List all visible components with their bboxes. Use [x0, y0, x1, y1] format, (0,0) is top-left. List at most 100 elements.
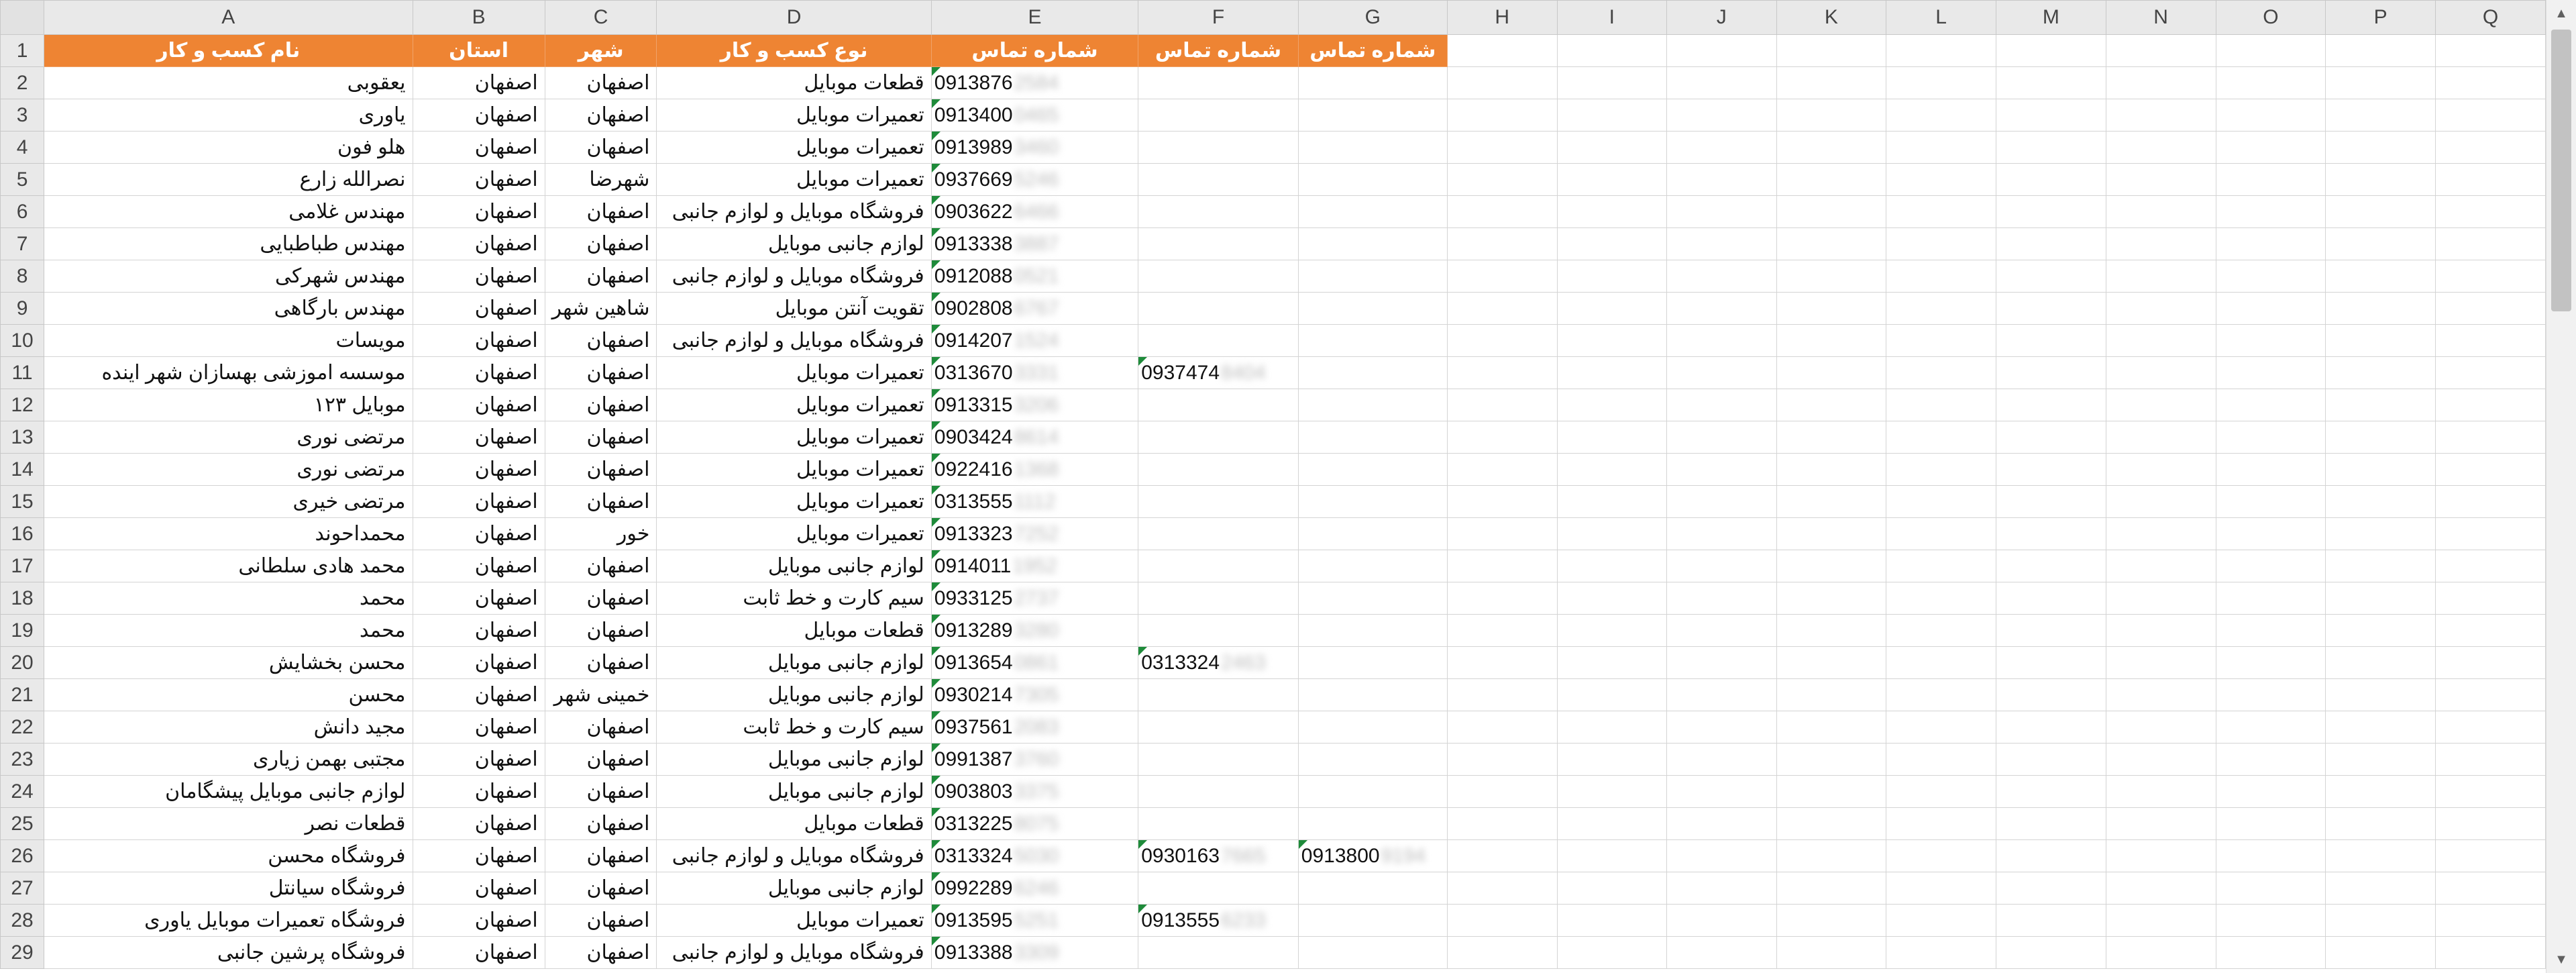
cell-phone-1[interactable]: 09028086767: [930, 292, 1139, 325]
cell-phone-3[interactable]: [1297, 936, 1448, 969]
cell[interactable]: [1995, 389, 2106, 421]
row-header[interactable]: 6: [0, 195, 45, 228]
cell-phone-1[interactable]: 03136703331: [930, 356, 1139, 389]
header-cell-phone-1[interactable]: شماره تماس: [930, 34, 1139, 67]
cell-phone-1[interactable]: 09133237252: [930, 517, 1139, 550]
cell-province[interactable]: اصفهان: [412, 775, 545, 808]
cell[interactable]: [2435, 34, 2546, 67]
cell[interactable]: [1776, 195, 1887, 228]
cell[interactable]: [2105, 936, 2216, 969]
cell[interactable]: [1666, 582, 1777, 615]
cell-city[interactable]: اصفهان: [544, 582, 657, 615]
cell[interactable]: [1995, 678, 2106, 711]
header-cell-city[interactable]: شهر: [544, 34, 657, 67]
cell[interactable]: [2215, 711, 2326, 744]
cell[interactable]: [2215, 260, 2326, 293]
column-header-o[interactable]: O: [2215, 0, 2326, 35]
row-header[interactable]: 17: [0, 550, 45, 582]
cell-phone-1[interactable]: 03132258075: [930, 807, 1139, 840]
cell-business-name[interactable]: لوازم جانبی موبایل پیشگامان: [44, 775, 413, 808]
column-header-l[interactable]: L: [1886, 0, 1996, 35]
cell-business-name[interactable]: مجتبی بهمن زیاری: [44, 743, 413, 776]
cell-city[interactable]: اصفهان: [544, 550, 657, 582]
cell-province[interactable]: اصفهان: [412, 614, 545, 647]
cell[interactable]: [2325, 904, 2436, 937]
cell[interactable]: [2435, 356, 2546, 389]
cell[interactable]: [2215, 550, 2326, 582]
cell[interactable]: [1666, 453, 1777, 486]
cell[interactable]: [1776, 163, 1887, 196]
vertical-scrollbar[interactable]: ▲ ▼: [2546, 0, 2576, 973]
cell[interactable]: [1995, 66, 2106, 99]
row-header[interactable]: 23: [0, 743, 45, 776]
cell[interactable]: [2325, 646, 2436, 679]
cell[interactable]: [2435, 421, 2546, 454]
cell[interactable]: [1776, 389, 1887, 421]
cell[interactable]: [2215, 195, 2326, 228]
cell[interactable]: [1886, 66, 1996, 99]
cell-business-type[interactable]: تعمیرات موبایل: [656, 389, 932, 421]
cell-business-type[interactable]: قطعات موبایل: [656, 614, 932, 647]
cell-phone-3[interactable]: [1297, 421, 1448, 454]
row-header[interactable]: 5: [0, 163, 45, 196]
cell-province[interactable]: اصفهان: [412, 389, 545, 421]
cell[interactable]: [1995, 743, 2106, 776]
scroll-down-icon[interactable]: ▼: [2546, 946, 2576, 973]
cell[interactable]: [1776, 775, 1887, 808]
cell[interactable]: [1666, 195, 1777, 228]
cell[interactable]: [1995, 453, 2106, 486]
cell-phone-2[interactable]: [1138, 99, 1299, 132]
column-header-f[interactable]: F: [1138, 0, 1299, 35]
cell[interactable]: [1995, 646, 2106, 679]
cell-city[interactable]: اصفهان: [544, 646, 657, 679]
cell[interactable]: [2435, 936, 2546, 969]
cell-phone-2[interactable]: [1138, 936, 1299, 969]
cell-phone-3[interactable]: [1297, 260, 1448, 293]
cell[interactable]: [1886, 646, 1996, 679]
cell[interactable]: [1886, 453, 1996, 486]
cell[interactable]: [1995, 839, 2106, 872]
cell[interactable]: [2215, 678, 2326, 711]
cell-business-type[interactable]: تعمیرات موبایل: [656, 904, 932, 937]
cell-business-type[interactable]: لوازم جانبی موبایل: [656, 678, 932, 711]
cell[interactable]: [1776, 421, 1887, 454]
cell[interactable]: [1666, 324, 1777, 357]
cell[interactable]: [1995, 582, 2106, 615]
cell[interactable]: [2435, 453, 2546, 486]
row-header[interactable]: 11: [0, 356, 45, 389]
cell[interactable]: [1446, 421, 1558, 454]
cell-business-type[interactable]: تعمیرات موبایل: [656, 163, 932, 196]
cell-phone-2[interactable]: [1138, 389, 1299, 421]
cell-business-name[interactable]: فروشگاه سیانتل: [44, 872, 413, 905]
cell[interactable]: [2215, 34, 2326, 67]
cell-city[interactable]: اصفهان: [544, 131, 657, 164]
cell[interactable]: [1995, 34, 2106, 67]
cell-business-name[interactable]: مرتضی نوری: [44, 453, 413, 486]
row-header[interactable]: 14: [0, 453, 45, 486]
cell[interactable]: [1995, 614, 2106, 647]
cell-city[interactable]: اصفهان: [544, 453, 657, 486]
cell-business-name[interactable]: مهندس غلامی: [44, 195, 413, 228]
cell[interactable]: [1446, 195, 1558, 228]
cell-phone-2[interactable]: [1138, 775, 1299, 808]
cell[interactable]: [2435, 711, 2546, 744]
column-header-k[interactable]: K: [1776, 0, 1887, 35]
cell[interactable]: [2325, 292, 2436, 325]
cell[interactable]: [1995, 711, 2106, 744]
cell[interactable]: [1556, 550, 1667, 582]
cell[interactable]: [2325, 839, 2436, 872]
cell[interactable]: [1666, 34, 1777, 67]
cell[interactable]: [2435, 99, 2546, 132]
cell[interactable]: [2215, 66, 2326, 99]
cell-city[interactable]: اصفهان: [544, 324, 657, 357]
row-header[interactable]: 12: [0, 389, 45, 421]
cell-phone-3[interactable]: [1297, 517, 1448, 550]
cell-province[interactable]: اصفهان: [412, 260, 545, 293]
cell-city[interactable]: اصفهان: [544, 356, 657, 389]
cell[interactable]: [2105, 66, 2216, 99]
cell-phone-3[interactable]: [1297, 163, 1448, 196]
cell-phone-1[interactable]: 09140111952: [930, 550, 1139, 582]
cell[interactable]: [2105, 646, 2216, 679]
cell-province[interactable]: اصفهان: [412, 453, 545, 486]
scroll-up-icon[interactable]: ▲: [2546, 0, 2576, 27]
